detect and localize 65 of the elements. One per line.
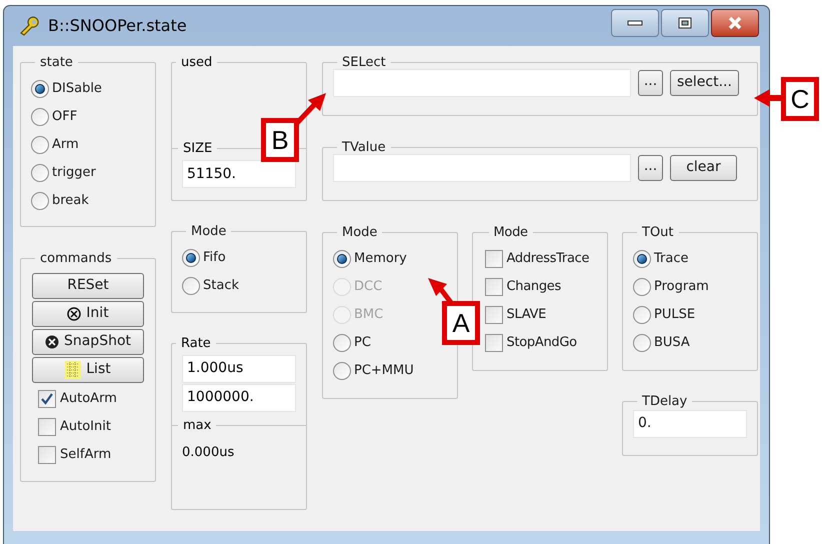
minimize-button[interactable] bbox=[611, 9, 659, 37]
callout-label: B bbox=[261, 118, 299, 162]
maximize-button[interactable] bbox=[661, 9, 709, 37]
radio-option[interactable]: Arm bbox=[31, 130, 79, 158]
radio-option[interactable]: PC bbox=[333, 328, 371, 356]
button[interactable]: SnapShot bbox=[32, 328, 144, 354]
minimize-icon bbox=[627, 20, 643, 26]
close-icon bbox=[727, 16, 743, 30]
group-label: TOut bbox=[641, 224, 675, 242]
radio-option[interactable]: DISable bbox=[31, 74, 102, 102]
button[interactable]: Init bbox=[32, 300, 144, 326]
group-label: Mode bbox=[492, 224, 529, 242]
input-field[interactable]: 1000000. bbox=[182, 384, 296, 412]
radio-option[interactable]: Memory bbox=[333, 244, 407, 272]
group-label: TValue bbox=[341, 139, 387, 157]
checkbox-option[interactable]: SelfArm bbox=[38, 440, 112, 468]
checkbox-option[interactable]: AutoArm bbox=[38, 384, 117, 412]
button[interactable]: RESet bbox=[32, 272, 144, 298]
grid-icon bbox=[65, 360, 82, 378]
button[interactable]: ... bbox=[638, 154, 663, 180]
cross-circle-icon bbox=[44, 334, 59, 348]
group-label: state bbox=[39, 54, 74, 72]
radio-option[interactable]: PULSE bbox=[633, 300, 696, 328]
input-field[interactable]: 51150. bbox=[182, 160, 296, 188]
group-label: used bbox=[180, 54, 214, 72]
group-label: SELect bbox=[341, 54, 387, 72]
window-title: B::SNOOPer.state bbox=[48, 15, 187, 37]
callout-label: C bbox=[781, 77, 819, 121]
button[interactable]: List bbox=[32, 356, 144, 382]
checkbox-option[interactable]: AutoInit bbox=[38, 412, 111, 440]
value-text: 0.000us bbox=[182, 444, 234, 462]
checkbox-option[interactable]: Changes bbox=[484, 272, 561, 300]
group-label: Mode bbox=[190, 223, 228, 241]
callout-arrow bbox=[295, 93, 326, 125]
check-icon bbox=[40, 392, 54, 406]
cross-circle-icon bbox=[67, 306, 82, 320]
maximize-icon bbox=[678, 17, 692, 29]
radio-option[interactable]: Program bbox=[633, 272, 709, 300]
radio-option[interactable]: Trace bbox=[633, 244, 688, 272]
radio-option[interactable]: trigger bbox=[31, 158, 96, 186]
button[interactable]: ... bbox=[638, 70, 663, 96]
group-label: commands bbox=[39, 250, 113, 268]
input-field[interactable] bbox=[333, 68, 631, 96]
radio-option[interactable]: Stack bbox=[182, 272, 239, 300]
group-label: SIZE bbox=[182, 140, 214, 158]
radio-option[interactable]: Fifo bbox=[182, 244, 226, 272]
button[interactable]: clear bbox=[670, 154, 737, 180]
checkbox-option[interactable]: AddressTrace bbox=[484, 244, 590, 272]
button[interactable]: select... bbox=[670, 70, 739, 96]
input-field[interactable]: 1.000us bbox=[182, 354, 296, 382]
group-label: max bbox=[182, 416, 212, 434]
callout-arrow bbox=[754, 89, 783, 107]
checkbox-option[interactable]: SLAVE bbox=[484, 300, 546, 328]
checkbox-option[interactable]: StopAndGo bbox=[484, 328, 577, 356]
group-label: TDelay bbox=[641, 393, 688, 411]
radio-option[interactable]: PC+MMU bbox=[333, 356, 414, 384]
input-field[interactable] bbox=[333, 154, 631, 182]
group-label: Mode bbox=[341, 224, 378, 242]
input-field[interactable]: 0. bbox=[633, 410, 747, 438]
radio-option[interactable]: break bbox=[31, 186, 89, 214]
group-label: Rate bbox=[180, 335, 212, 353]
callout-label: A bbox=[442, 301, 480, 345]
radio-option[interactable]: BUSA bbox=[633, 328, 690, 356]
close-button[interactable] bbox=[711, 9, 759, 37]
radio-option[interactable]: OFF bbox=[31, 102, 78, 130]
